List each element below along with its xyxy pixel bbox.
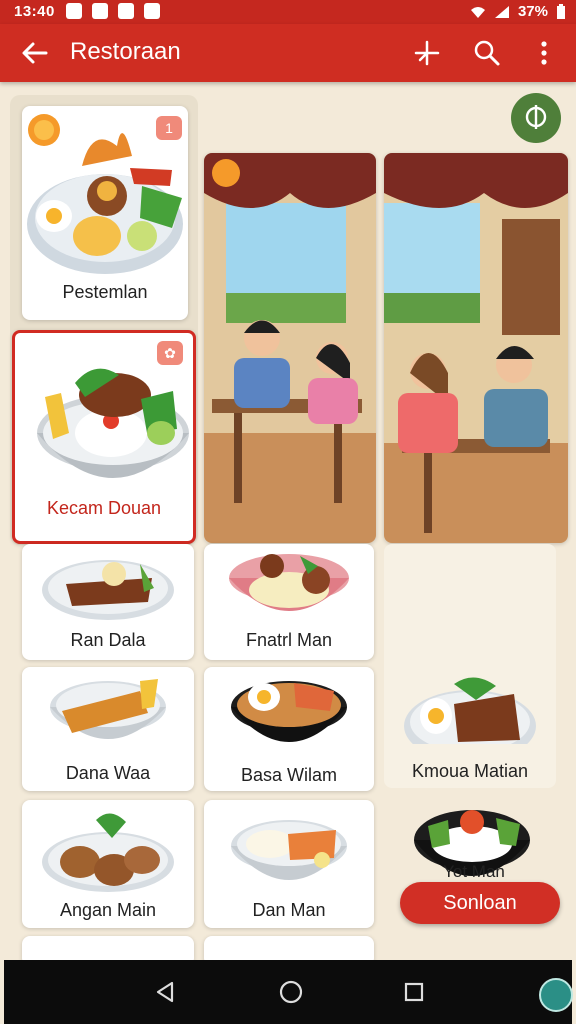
status-bar: 13:40 37% <box>0 0 576 24</box>
page-title: Restoraan <box>70 38 181 65</box>
dish-image <box>231 681 347 742</box>
featured-card-badge: ✿ <box>157 341 183 365</box>
message-icon <box>118 3 134 19</box>
dish-image <box>42 813 174 892</box>
featured-card-label: Kecam Douan <box>46 498 162 518</box>
status-time: 13:40 <box>14 3 55 20</box>
featured-card-selected[interactable]: ✿ Kecam Douan <box>12 330 196 544</box>
nav-home-icon[interactable] <box>276 977 306 1007</box>
dish-image <box>404 677 536 762</box>
restaurant-scene-image <box>384 153 568 543</box>
menu-item-label: Basa Wilam <box>240 765 338 785</box>
menu-item-card[interactable]: Dana Waa <box>22 667 194 791</box>
calendar-icon <box>144 3 160 19</box>
featured-card[interactable]: Pestemlan 1 <box>22 106 188 320</box>
mail-icon <box>92 3 108 19</box>
menu-item-label: Angan Main <box>59 900 157 920</box>
menu-item-label: Dana Waa <box>65 763 151 783</box>
menu-item-card[interactable]: Basa Wilam <box>204 667 374 791</box>
restaurant-photo[interactable] <box>384 153 568 543</box>
reservation-button[interactable]: Sonloan <box>400 882 560 924</box>
app-bar: Restoraan <box>0 24 576 82</box>
location-icon <box>525 105 547 129</box>
restaurant-scene-image <box>204 153 376 543</box>
menu-item-label: Fnatrl Man <box>245 630 333 650</box>
battery-text: 37% <box>517 3 548 20</box>
featured-card-badge: 1 <box>156 116 182 140</box>
menu-item-label: Yot Man <box>443 862 505 881</box>
nav-recents-icon[interactable] <box>400 978 428 1006</box>
menu-item-card[interactable]: Dan Man <box>204 800 374 928</box>
wifi-icon <box>470 6 485 18</box>
notification-icons <box>66 3 160 19</box>
featured-card-label: Pestemlan <box>62 282 148 302</box>
location-fab[interactable] <box>511 93 561 143</box>
dish-image <box>50 679 166 739</box>
menu-item-card[interactable]: Ran Dala <box>22 544 194 660</box>
menu-item-label: Ran Dala <box>70 630 146 650</box>
back-arrow-icon[interactable] <box>18 36 52 70</box>
dish-image <box>231 820 347 880</box>
dish-image <box>229 554 349 611</box>
menu-item-label: Dan Man <box>252 900 326 920</box>
add-icon[interactable] <box>410 36 444 70</box>
notification-icon <box>66 3 82 19</box>
search-icon[interactable] <box>470 36 504 70</box>
system-nav-bar <box>4 960 573 1024</box>
menu-item-label: Kmoua Matian <box>411 761 529 781</box>
restaurant-photo[interactable] <box>204 153 376 543</box>
more-vert-icon[interactable] <box>527 36 561 70</box>
signal-icon <box>494 5 509 18</box>
assistant-icon[interactable] <box>539 978 573 1012</box>
dish-image <box>42 560 174 620</box>
menu-item-card[interactable]: Angan Main <box>22 800 194 928</box>
menu-item-card[interactable]: Kmoua Matian <box>384 544 556 788</box>
battery-icon <box>557 3 565 19</box>
nav-back-icon[interactable] <box>152 978 180 1006</box>
menu-item-card[interactable]: Fnatrl Man <box>204 544 374 660</box>
